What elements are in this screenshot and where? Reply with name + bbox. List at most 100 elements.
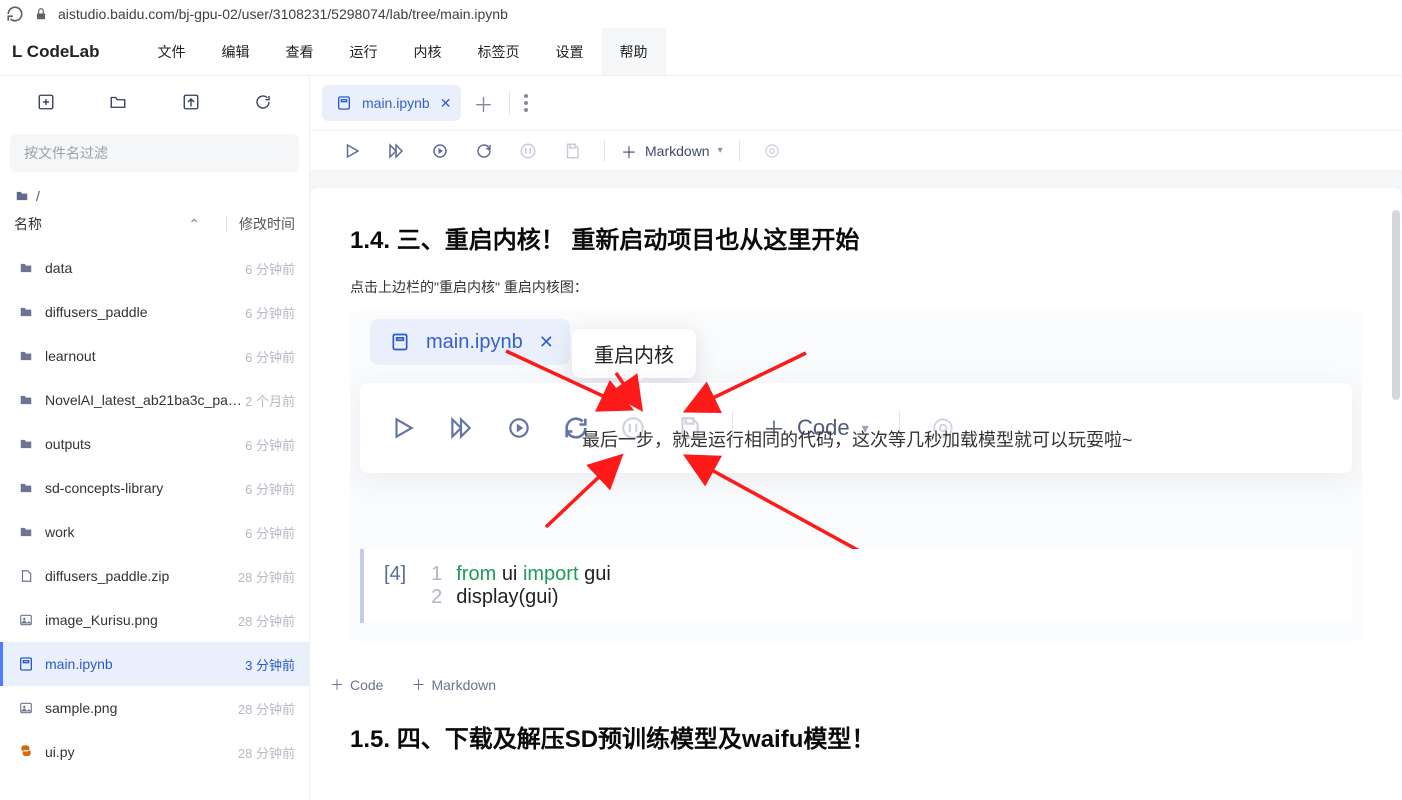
list-item[interactable]: learnout6 分钟前 [0,334,309,378]
heading-1-5: 1.5. 四、下载及解压SD预训练模型及waifu模型！ [350,719,1362,754]
breadcrumb-path: / [36,188,40,204]
embed-code-cell: [4] 1 from ui import gui 2 display(gui) [360,549,1352,623]
menu-tabs[interactable]: 标签页 [460,28,538,75]
list-item[interactable]: work6 分钟前 [0,510,309,554]
menu-kernel[interactable]: 内核 [396,28,460,75]
sidebar-toolbar [0,76,309,128]
embed-background-text: 最后一步，就是运行相同的代码，这次等几秒加载模型就可以玩耍啦~ [582,426,1133,452]
tab-label: main.ipynb [362,95,430,111]
file-name: diffusers_paddle.zip [45,568,238,584]
paragraph-1-4: 点击上边栏的"重启内核" 重启内核图： [350,277,1362,297]
menu-edit[interactable]: 编辑 [204,28,268,75]
embed-tab: main.ipynb ✕ [370,319,570,365]
run-cell-icon[interactable] [330,133,374,169]
tooltip-restart-kernel: 重启内核 [572,329,696,378]
list-item[interactable]: NovelAI_latest_ab21ba3c_paddle2 个月前 [0,378,309,422]
close-icon: ✕ [539,332,554,353]
toolbar-divider [604,140,605,162]
list-item[interactable]: ui.py28 分钟前 [0,730,309,774]
document-tabs: main.ipynb ✕ ＋ [310,76,1402,130]
new-launcher-icon[interactable] [29,85,63,119]
list-item[interactable]: sample.png28 分钟前 [0,686,309,730]
file-name: sd-concepts-library [45,480,245,496]
lock-icon [34,7,48,21]
cell-type-selector[interactable]: ＋ Markdown ▾ [615,139,729,163]
file-list: data6 分钟前diffusers_paddle6 分钟前learnout6 … [0,246,309,800]
file-name: ui.py [45,744,238,760]
url-text[interactable]: aistudio.baidu.com/bj-gpu-02/user/310823… [58,6,508,22]
restart-kernel-icon[interactable] [462,133,506,169]
interrupt-icon[interactable] [506,133,550,169]
menu-help[interactable]: 帮助 [602,28,666,75]
file-time: 6 分钟前 [245,479,295,498]
new-folder-icon[interactable] [101,85,135,119]
file-time: 6 分钟前 [245,523,295,542]
folder-icon [17,349,35,363]
file-time: 6 分钟前 [245,347,295,366]
reload-icon[interactable] [6,5,24,23]
menu-settings[interactable]: 设置 [538,28,602,75]
folder-icon [17,305,35,319]
file-browser-sidebar: / 名称 ⌃ 修改时间 data6 分钟前diffusers_paddle6 分… [0,76,310,800]
file-name: outputs [45,436,245,452]
add-tab-button[interactable]: ＋ [467,87,499,119]
kernel-status-icon[interactable] [750,133,794,169]
nb-icon [17,656,35,672]
add-cell-row: ＋ Code ＋ Markdown [326,665,1362,719]
list-item[interactable]: outputs6 分钟前 [0,422,309,466]
list-item[interactable]: diffusers_paddle6 分钟前 [0,290,309,334]
upload-icon[interactable] [174,85,208,119]
col-name[interactable]: 名称 [14,214,182,234]
restart-run-icon[interactable] [418,133,462,169]
col-time[interactable]: 修改时间 [239,214,295,234]
browser-address-bar: aistudio.baidu.com/bj-gpu-02/user/310823… [0,0,1402,28]
col-divider [226,215,227,233]
list-item[interactable]: sd-concepts-library6 分钟前 [0,466,309,510]
menu-bar: L CodeLab 文件 编辑 查看 运行 内核 标签页 设置 帮助 [0,28,1402,76]
refresh-icon[interactable] [246,85,280,119]
close-icon[interactable]: ✕ [440,95,452,112]
folder-icon [17,481,35,495]
notebook-scroll[interactable]: 1.4. 三、重启内核！ 重新启动项目也从这里开始 点击上边栏的"重启内核" 重… [310,170,1402,800]
file-time: 6 分钟前 [245,303,295,322]
more-icon[interactable] [520,94,532,112]
run-all-icon [446,415,476,441]
file-time: 28 分钟前 [238,567,295,586]
add-markdown-button[interactable]: ＋ Markdown [411,675,496,695]
menu-run[interactable]: 运行 [332,28,396,75]
toolbar-divider [739,140,740,162]
file-time: 28 分钟前 [238,699,295,718]
image-icon [17,613,35,627]
checkpoint-icon[interactable] [550,133,594,169]
py-icon [17,744,35,760]
scrollbar[interactable] [1392,210,1400,400]
file-name: data [45,260,245,276]
list-item[interactable]: data6 分钟前 [0,246,309,290]
menu-view[interactable]: 查看 [268,28,332,75]
breadcrumb[interactable]: / [0,182,309,208]
list-item[interactable]: main.ipynb3 分钟前 [0,642,309,686]
file-name: diffusers_paddle [45,304,245,320]
file-name: work [45,524,245,540]
embed-tab-label: main.ipynb [426,331,523,354]
add-code-button[interactable]: ＋ Code [330,675,383,695]
notebook-icon [390,332,410,352]
folder-icon [17,393,35,407]
list-item[interactable]: diffusers_paddle.zip28 分钟前 [0,554,309,598]
tab-main-ipynb[interactable]: main.ipynb ✕ [322,85,461,121]
chevron-up-icon[interactable]: ⌃ [188,216,200,233]
file-name: main.ipynb [45,656,245,672]
embedded-illustration: main.ipynb ✕ 重启内核 [350,311,1362,641]
file-time: 6 分钟前 [245,435,295,454]
file-filter-input[interactable] [10,134,299,172]
menu-file[interactable]: 文件 [140,28,204,75]
file-name: NovelAI_latest_ab21ba3c_paddle [45,392,245,408]
folder-icon [14,189,30,203]
notebook-icon [336,95,352,111]
cell-prompt: [4] [384,563,406,609]
file-time: 28 分钟前 [238,611,295,630]
run-all-icon[interactable] [374,133,418,169]
plus-icon: ＋ [621,139,637,163]
list-item[interactable]: image_Kurisu.png28 分钟前 [0,598,309,642]
file-time: 28 分钟前 [238,743,295,762]
